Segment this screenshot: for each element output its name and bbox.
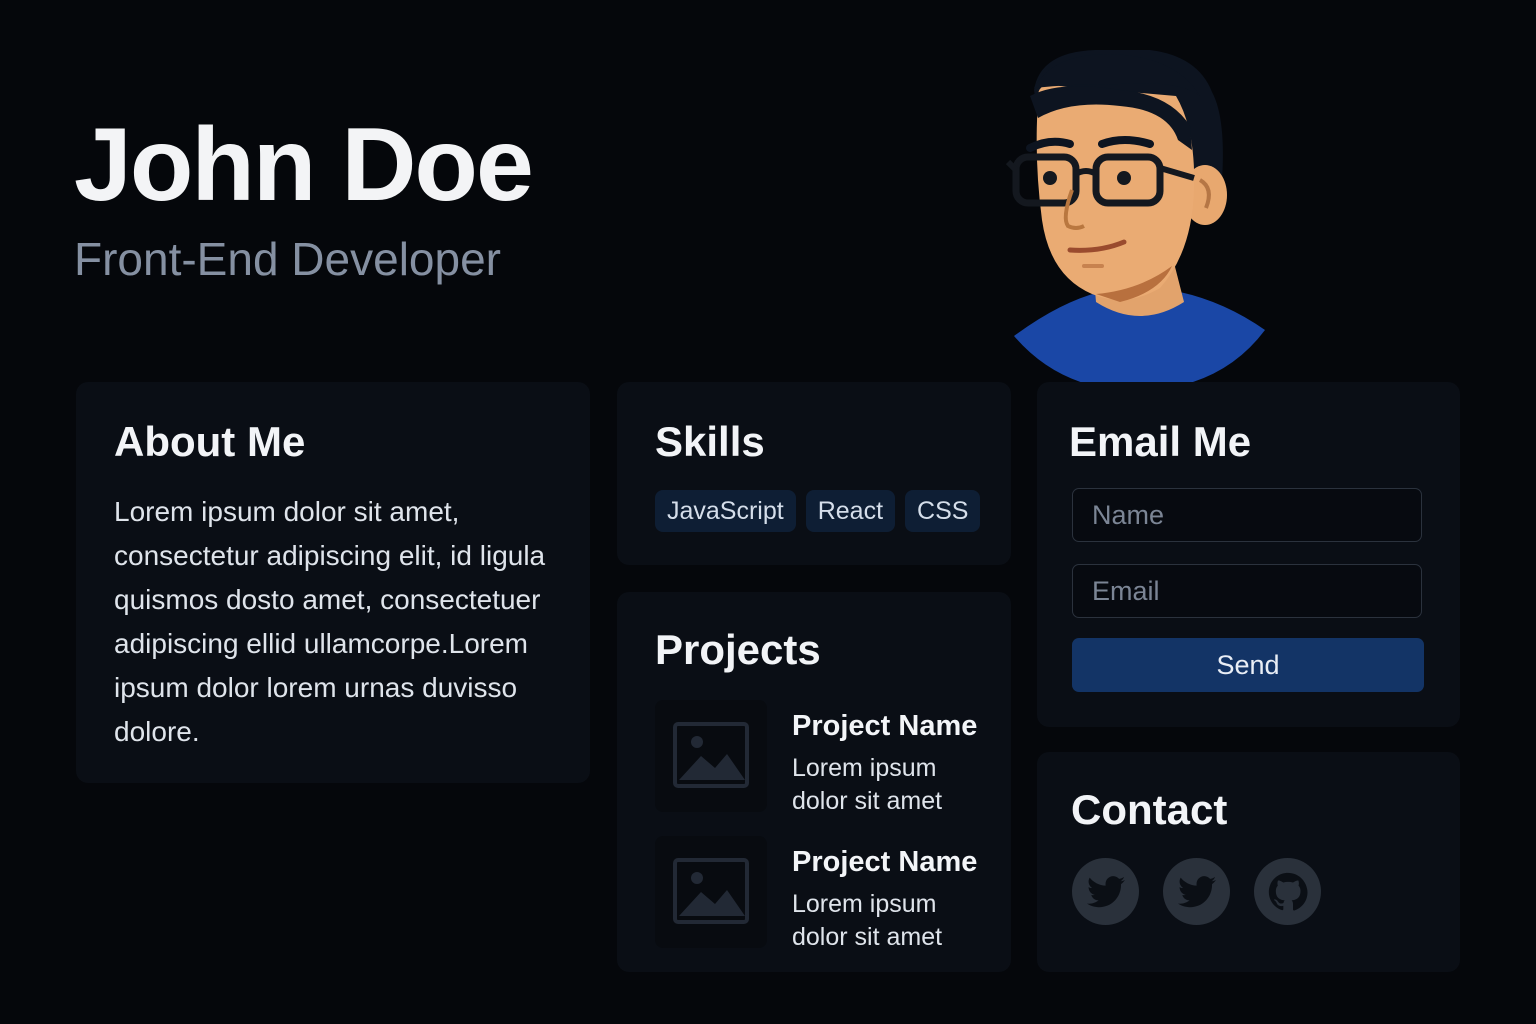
profile-name: John Doe xyxy=(74,107,534,223)
email-card: Email Me Send xyxy=(1037,382,1460,727)
project-name[interactable]: Project Name xyxy=(792,846,977,879)
profile-role: Front-End Developer xyxy=(74,233,501,285)
skills-card: Skills JavaScript React CSS xyxy=(617,382,1011,565)
about-title: About Me xyxy=(114,418,306,465)
project-thumbnail[interactable] xyxy=(655,700,767,812)
email-field[interactable] xyxy=(1072,564,1422,618)
skill-chip: CSS xyxy=(905,490,981,532)
project-name[interactable]: Project Name xyxy=(792,710,977,743)
projects-title: Projects xyxy=(655,626,821,673)
about-card: About Me Lorem ipsum dolor sit amet, con… xyxy=(76,382,590,783)
twitter-link[interactable] xyxy=(1072,858,1139,925)
contact-title: Contact xyxy=(1071,786,1228,833)
skill-chip: React xyxy=(805,490,896,532)
skills-title: Skills xyxy=(655,418,765,465)
github-link[interactable] xyxy=(1254,858,1321,925)
name-field[interactable] xyxy=(1072,488,1422,542)
social-links xyxy=(1072,858,1321,925)
github-icon xyxy=(1268,872,1307,911)
skills-list: JavaScript React CSS xyxy=(655,490,981,532)
project-description: Lorem ipsum dolor sit amet xyxy=(792,890,943,951)
email-title: Email Me xyxy=(1069,418,1252,465)
skill-chip: JavaScript xyxy=(655,490,796,532)
image-placeholder-icon xyxy=(673,722,749,788)
project-description: Lorem ipsum dolor sit amet xyxy=(792,754,943,815)
contact-card: Contact xyxy=(1037,752,1460,972)
about-text: Lorem ipsum dolor sit amet, consectetur … xyxy=(114,496,546,747)
projects-card: Projects Project Name Lorem ipsum dolor … xyxy=(617,592,1011,972)
project-item[interactable]: Project Name Lorem ipsum dolor sit amet xyxy=(655,836,995,951)
twitter-link[interactable] xyxy=(1163,858,1230,925)
developer-avatar-illustration xyxy=(1005,50,1265,391)
twitter-icon xyxy=(1177,875,1216,907)
send-button[interactable]: Send xyxy=(1072,638,1424,692)
project-item[interactable]: Project Name Lorem ipsum dolor sit amet xyxy=(655,700,995,815)
twitter-icon xyxy=(1086,875,1125,907)
project-thumbnail[interactable] xyxy=(655,836,767,948)
avatar xyxy=(1000,40,1280,400)
image-placeholder-icon xyxy=(673,858,749,924)
